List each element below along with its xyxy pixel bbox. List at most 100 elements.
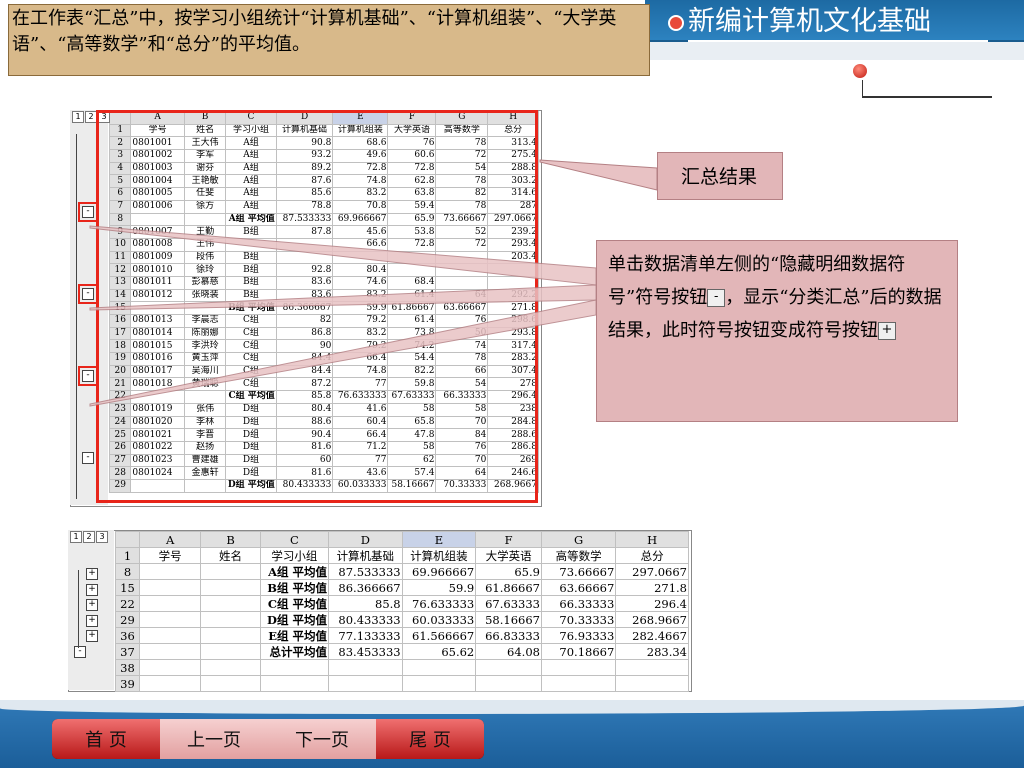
- cell-b[interactable]: [200, 659, 261, 676]
- cell-h[interactable]: 283.34: [615, 643, 689, 660]
- expand-group-button[interactable]: +: [86, 630, 98, 642]
- cell-h[interactable]: [615, 659, 689, 676]
- outline-level-1-button[interactable]: 1: [70, 531, 82, 543]
- cell-e[interactable]: 76.633333: [401, 595, 477, 612]
- cell-c[interactable]: [259, 675, 330, 692]
- cell-d[interactable]: 77.133333: [328, 627, 403, 644]
- outline-level-3-button[interactable]: 3: [96, 531, 108, 543]
- expand-group-button[interactable]: +: [86, 583, 98, 596]
- cell-c[interactable]: B组 平均值: [259, 579, 330, 596]
- cell-f[interactable]: 58.16667: [475, 611, 542, 628]
- cell-b[interactable]: [200, 595, 261, 612]
- outline-level-2-button[interactable]: 2: [83, 531, 95, 543]
- row-number[interactable]: 36: [115, 627, 140, 644]
- cell-d[interactable]: [328, 675, 403, 692]
- corner-cell[interactable]: [115, 531, 140, 548]
- cell-h[interactable]: 297.0667: [615, 563, 689, 580]
- cell-c[interactable]: C组 平均值: [259, 595, 330, 612]
- cell-a[interactable]: [138, 659, 202, 676]
- cell-h[interactable]: 271.8: [615, 579, 689, 596]
- cell-b[interactable]: [200, 627, 261, 644]
- cell-f[interactable]: 64.08: [475, 643, 542, 660]
- column-header-g[interactable]: G: [540, 531, 617, 548]
- row-number[interactable]: 38: [115, 659, 140, 676]
- cell-d[interactable]: 83.453333: [328, 643, 403, 660]
- column-header-d[interactable]: D: [328, 531, 403, 548]
- field-header[interactable]: 计算机基础: [328, 547, 403, 564]
- column-header-h[interactable]: H: [615, 531, 689, 548]
- cell-h[interactable]: 282.4667: [615, 627, 689, 644]
- cell-e[interactable]: 59.9: [401, 579, 477, 596]
- cell-g[interactable]: 63.66667: [540, 579, 617, 596]
- column-header-e[interactable]: E: [401, 531, 477, 548]
- collapse-group-button[interactable]: -: [78, 283, 98, 304]
- cell-a[interactable]: [138, 563, 202, 580]
- cell-d[interactable]: 80.433333: [328, 611, 403, 628]
- prev-page-button[interactable]: 上一页: [160, 719, 268, 759]
- cell-d[interactable]: 86.366667: [328, 579, 403, 596]
- column-header-c[interactable]: C: [259, 531, 330, 548]
- cell-e[interactable]: 69.966667: [401, 563, 477, 580]
- row-number[interactable]: 22: [115, 595, 140, 612]
- row-number[interactable]: 1: [115, 547, 140, 564]
- cell-b[interactable]: [200, 675, 261, 692]
- cell-c[interactable]: 总计平均值: [259, 643, 330, 660]
- collapse-group-button[interactable]: -: [78, 201, 98, 222]
- cell-f[interactable]: 65.9: [475, 563, 542, 580]
- cell-a[interactable]: [138, 675, 202, 692]
- collapse-all-button[interactable]: -: [74, 645, 86, 658]
- cell-f[interactable]: 67.63333: [475, 595, 542, 612]
- cell-b[interactable]: [200, 643, 261, 660]
- cell-d[interactable]: [328, 659, 403, 676]
- cell-h[interactable]: 268.9667: [615, 611, 689, 628]
- cell-a[interactable]: [138, 627, 202, 644]
- cell-b[interactable]: [200, 579, 261, 596]
- cell-f[interactable]: [475, 659, 542, 676]
- expand-group-button[interactable]: +: [86, 614, 98, 627]
- field-header[interactable]: 学习小组: [259, 547, 330, 564]
- cell-c[interactable]: A组 平均值: [259, 563, 330, 580]
- cell-e[interactable]: [401, 659, 477, 676]
- cell-a[interactable]: [138, 643, 202, 660]
- cell-g[interactable]: 66.33333: [540, 595, 617, 612]
- last-page-button[interactable]: 尾 页: [376, 719, 484, 759]
- column-header-b[interactable]: B: [200, 531, 261, 548]
- cell-e[interactable]: 65.62: [401, 643, 477, 660]
- cell-a[interactable]: [138, 595, 202, 612]
- expand-group-button[interactable]: +: [86, 568, 98, 580]
- row-number[interactable]: 15: [115, 579, 140, 596]
- cell-g[interactable]: [540, 659, 617, 676]
- cell-g[interactable]: 70.33333: [540, 611, 617, 628]
- cell-f[interactable]: 66.83333: [475, 627, 542, 644]
- field-header[interactable]: 总分: [615, 547, 689, 564]
- cell-e[interactable]: [401, 675, 477, 692]
- next-page-button[interactable]: 下一页: [268, 719, 376, 759]
- cell-d[interactable]: 87.533333: [328, 563, 403, 580]
- field-header[interactable]: 高等数学: [540, 547, 617, 564]
- cell-g[interactable]: [540, 675, 617, 692]
- cell-f[interactable]: [475, 675, 542, 692]
- cell-c[interactable]: E组 平均值: [259, 627, 330, 644]
- column-header-f[interactable]: F: [475, 531, 542, 548]
- cell-f[interactable]: 61.86667: [475, 579, 542, 596]
- cell-b[interactable]: [200, 611, 261, 628]
- collapse-group-button[interactable]: -: [78, 365, 98, 386]
- row-number[interactable]: 8: [115, 563, 140, 580]
- row-number[interactable]: 39: [115, 675, 140, 692]
- first-page-button[interactable]: 首 页: [52, 719, 160, 759]
- cell-a[interactable]: [138, 611, 202, 628]
- cell-d[interactable]: 85.8: [328, 595, 403, 612]
- cell-e[interactable]: 61.566667: [401, 627, 477, 644]
- cell-b[interactable]: [200, 563, 261, 580]
- cell-h[interactable]: 296.4: [615, 595, 689, 612]
- field-header[interactable]: 计算机组装: [401, 547, 477, 564]
- cell-a[interactable]: [138, 579, 202, 596]
- cell-g[interactable]: 70.18667: [540, 643, 617, 660]
- cell-e[interactable]: 60.033333: [401, 611, 477, 628]
- cell-c[interactable]: [259, 659, 330, 676]
- row-number[interactable]: 29: [115, 611, 140, 628]
- row-number[interactable]: 37: [115, 643, 140, 660]
- field-header[interactable]: 学号: [138, 547, 202, 564]
- collapse-group-button[interactable]: -: [82, 451, 94, 464]
- cell-c[interactable]: D组 平均值: [259, 611, 330, 628]
